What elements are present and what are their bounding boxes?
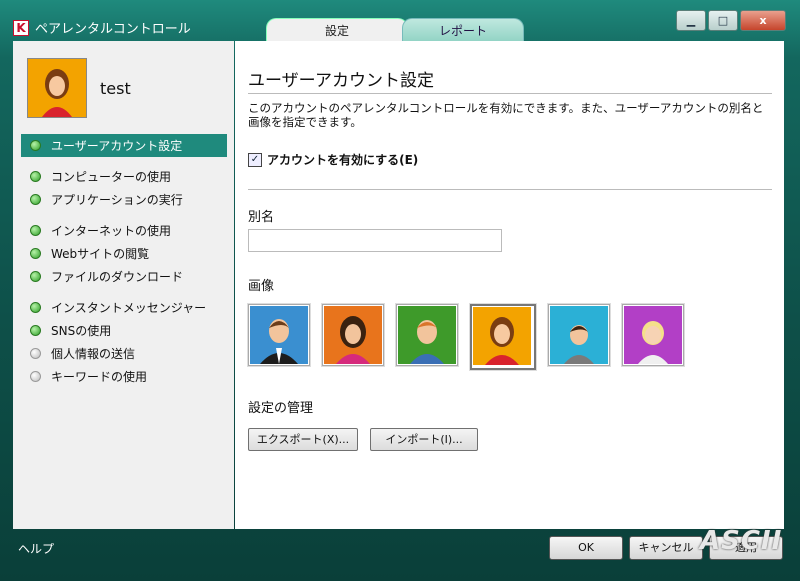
sidebar-item-internet-usage[interactable]: インターネットの使用 bbox=[21, 219, 227, 242]
window-controls: ▁ □ x bbox=[676, 10, 786, 31]
avatar-picker bbox=[248, 304, 684, 370]
status-dot-icon bbox=[30, 171, 41, 182]
sidebar-item-sns-usage[interactable]: SNSの使用 bbox=[21, 319, 227, 342]
girl-orange-avatar-icon bbox=[473, 307, 531, 365]
status-dot-icon bbox=[30, 302, 41, 313]
sidebar-item-label: ユーザーアカウント設定 bbox=[51, 139, 183, 153]
minimize-button[interactable]: ▁ bbox=[676, 10, 706, 31]
user-name: test bbox=[100, 79, 131, 98]
import-button[interactable]: インポート(I)... bbox=[370, 428, 478, 451]
sidebar-item-personal-info[interactable]: 個人情報の送信 bbox=[21, 342, 227, 365]
sidebar-item-keyword-usage[interactable]: キーワードの使用 bbox=[21, 365, 227, 388]
avatar-option-selected[interactable] bbox=[470, 304, 536, 370]
maximize-button[interactable]: □ bbox=[708, 10, 738, 31]
checkbox-label: アカウントを有効にする(E) bbox=[267, 153, 419, 167]
title-bar: K ペアレンタルコントロール bbox=[13, 18, 191, 37]
tab-settings[interactable]: 設定 bbox=[266, 18, 408, 43]
user-avatar bbox=[27, 58, 87, 118]
status-dot-icon bbox=[30, 140, 41, 151]
alias-input[interactable] bbox=[248, 229, 502, 252]
status-dot-icon bbox=[30, 325, 41, 336]
tab-strip: 設定 レポート bbox=[266, 18, 524, 43]
avatar-option[interactable] bbox=[548, 304, 610, 366]
sidebar-item-label: ファイルのダウンロード bbox=[51, 270, 184, 284]
manage-buttons: エクスポート(X)... インポート(I)... bbox=[248, 428, 478, 451]
sidebar-item-user-account[interactable]: ユーザーアカウント設定 bbox=[21, 134, 227, 157]
page-title: ユーザーアカウント設定 bbox=[248, 71, 434, 91]
sidebar-item-label: インスタントメッセンジャー bbox=[51, 301, 207, 315]
checkbox-checked-icon[interactable]: ✓ bbox=[248, 152, 262, 167]
ascii-watermark: ASCII bbox=[700, 526, 783, 556]
status-dot-icon bbox=[30, 225, 41, 236]
window-title: ペアレンタルコントロール bbox=[35, 22, 191, 37]
avatar-option[interactable] bbox=[248, 304, 310, 366]
sidebar-item-label: SNSの使用 bbox=[51, 324, 112, 338]
description: このアカウントのペアレンタルコントロールを有効にできます。また、ユーザーアカウン… bbox=[248, 101, 764, 129]
sidebar: test ユーザーアカウント設定 コンピューターの使用 アプリケーションの実行 … bbox=[13, 41, 234, 529]
cancel-button[interactable]: キャンセル bbox=[629, 536, 703, 560]
boy-green-avatar-icon bbox=[398, 306, 456, 364]
status-dot-disabled-icon bbox=[30, 348, 41, 359]
image-label: 画像 bbox=[248, 279, 275, 294]
sidebar-nav: ユーザーアカウント設定 コンピューターの使用 アプリケーションの実行 インターネ… bbox=[21, 134, 227, 388]
parental-control-window: K ペアレンタルコントロール 設定 レポート ▁ □ x test ユーザーアカ… bbox=[0, 0, 800, 581]
help-link[interactable]: ヘルプ bbox=[18, 540, 54, 557]
ok-button[interactable]: OK bbox=[549, 536, 623, 560]
sidebar-item-web-browsing[interactable]: Webサイトの閲覧 bbox=[21, 242, 227, 265]
avatar-option[interactable] bbox=[396, 304, 458, 366]
sidebar-item-label: コンピューターの使用 bbox=[51, 170, 172, 184]
blonde-purple-avatar-icon bbox=[624, 306, 682, 364]
close-button[interactable]: x bbox=[740, 10, 786, 31]
avatar-option[interactable] bbox=[622, 304, 684, 366]
sidebar-item-file-download[interactable]: ファイルのダウンロード bbox=[21, 265, 227, 288]
divider bbox=[248, 189, 772, 190]
status-dot-icon bbox=[30, 248, 41, 259]
enable-account-checkbox[interactable]: ✓ アカウントを有効にする(E) bbox=[248, 151, 418, 168]
sidebar-item-label: インターネットの使用 bbox=[51, 224, 172, 238]
sidebar-item-app-execution[interactable]: アプリケーションの実行 bbox=[21, 188, 227, 211]
girl-avatar-icon bbox=[28, 59, 86, 117]
export-button[interactable]: エクスポート(X)... bbox=[248, 428, 358, 451]
kaspersky-logo-icon: K bbox=[13, 19, 29, 36]
status-dot-icon bbox=[30, 271, 41, 282]
tab-report[interactable]: レポート bbox=[402, 18, 524, 43]
sidebar-item-label: キーワードの使用 bbox=[51, 370, 148, 384]
manage-settings-label: 設定の管理 bbox=[248, 401, 314, 416]
child-cyan-avatar-icon bbox=[550, 306, 608, 364]
sidebar-item-label: Webサイトの閲覧 bbox=[51, 247, 150, 261]
main-panel: ユーザーアカウント設定 このアカウントのペアレンタルコントロールを有効にできます… bbox=[235, 41, 784, 529]
woman-pink-avatar-icon bbox=[324, 306, 382, 364]
sidebar-item-label: 個人情報の送信 bbox=[51, 347, 136, 361]
status-dot-icon bbox=[30, 194, 41, 205]
sidebar-item-instant-messenger[interactable]: インスタントメッセンジャー bbox=[21, 296, 227, 319]
man-suit-avatar-icon bbox=[250, 306, 308, 364]
status-dot-disabled-icon bbox=[30, 371, 41, 382]
sidebar-item-computer-usage[interactable]: コンピューターの使用 bbox=[21, 165, 227, 188]
divider bbox=[248, 93, 772, 94]
sidebar-item-label: アプリケーションの実行 bbox=[51, 193, 183, 207]
avatar-option[interactable] bbox=[322, 304, 384, 366]
alias-label: 別名 bbox=[248, 210, 275, 225]
